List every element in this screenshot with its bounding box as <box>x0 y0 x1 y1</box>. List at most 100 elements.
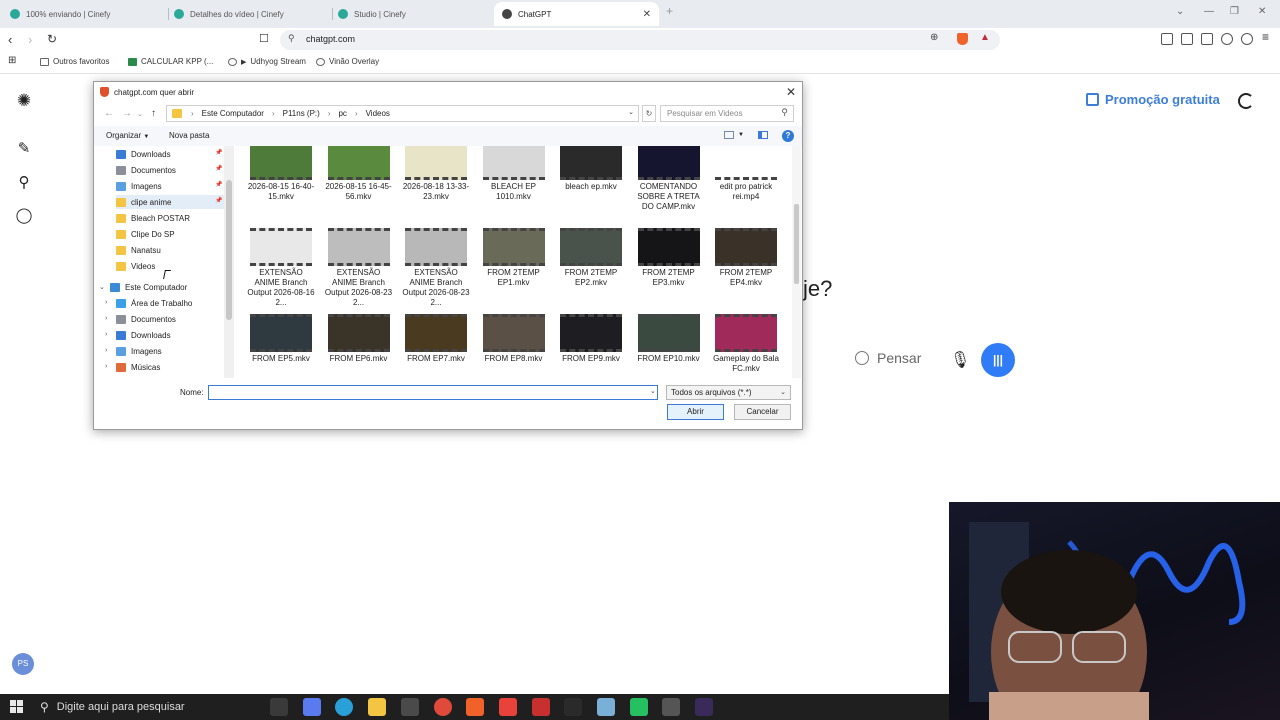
file-item[interactable]: FROM 2TEMP EP4.mkv <box>711 228 781 288</box>
extensions-icon[interactable] <box>1161 33 1173 45</box>
file-item[interactable]: FROM EP8.mkv <box>479 314 549 364</box>
windows-start-icon[interactable] <box>10 700 23 713</box>
tab-cinefy-upload[interactable]: 100% enviando | Cinefy <box>2 2 167 26</box>
bookmark-icon[interactable]: ☐ <box>259 32 269 45</box>
scroll-thumb[interactable] <box>226 180 232 320</box>
cancel-button[interactable]: Cancelar <box>734 404 791 420</box>
nav-item-this-pc[interactable]: Este Computador <box>110 280 187 294</box>
apps-grid-icon[interactable]: ⊞ <box>8 55 16 66</box>
file-item[interactable]: COMENTANDO SOBRE A TRETA DO CAMP.mkv <box>634 146 704 212</box>
openai-logo-icon[interactable]: ✺ <box>15 92 33 110</box>
tab-cinefy-studio[interactable]: Studio | Cinefy <box>330 2 495 26</box>
nav-item-nanatsu[interactable]: Nanatsu <box>116 243 161 257</box>
brave-shield-icon[interactable] <box>957 33 968 45</box>
new-folder-button[interactable]: Nova pasta <box>169 131 209 140</box>
nav-item-downloads[interactable]: Downloads <box>116 147 171 161</box>
file-item[interactable]: Gameplay do Bala FC.mkv <box>711 314 781 374</box>
file-item[interactable]: EXTENSÃO ANIME Branch Output 2026-08-16 … <box>246 228 316 308</box>
address-bar[interactable]: ⚲ chatgpt.com ⊕ ▲ <box>280 30 1000 50</box>
brave-rewards-icon[interactable]: ▲ <box>980 32 990 43</box>
file-item[interactable]: FROM EP7.mkv <box>401 314 471 364</box>
brave-icon[interactable] <box>466 698 485 716</box>
file-type-select[interactable]: Todos os arquivos (*.*) ⌄ <box>666 385 791 400</box>
file-item[interactable]: 2026-08-15 16-45-56.mkv <box>324 146 394 202</box>
bookmark-calcular[interactable]: CALCULAR KPP (... <box>128 57 213 66</box>
vpn-icon[interactable] <box>1241 33 1253 45</box>
organize-button[interactable]: Organizar ▼ <box>106 131 149 140</box>
pin-icon[interactable]: 📌 <box>215 197 222 204</box>
expand-icon[interactable]: › <box>105 315 107 322</box>
obs-icon[interactable] <box>564 698 583 716</box>
file-item[interactable]: bleach ep.mkv <box>556 146 626 192</box>
pin-icon[interactable]: 📌 <box>215 181 222 188</box>
promo-button[interactable]: Promoção gratuita <box>1086 92 1220 107</box>
reload-icon[interactable]: ↻ <box>47 32 57 46</box>
breadcrumb-item[interactable]: Este Computador <box>202 109 264 118</box>
file-item[interactable]: FROM EP10.mkv <box>634 314 704 364</box>
tab-cinefy-details[interactable]: Detalhes do vídeo | Cinefy <box>166 2 331 26</box>
forward-arrow-icon[interactable]: → <box>122 108 132 119</box>
expand-icon[interactable]: › <box>105 299 107 306</box>
restore-icon[interactable]: ❐ <box>1230 6 1239 17</box>
temporary-chat-icon[interactable] <box>1238 93 1254 109</box>
file-item[interactable]: FROM 2TEMP EP2.mkv <box>556 228 626 288</box>
dialog-path-bar[interactable]: › Este Computador › P11ns (P:) › pc › Vi… <box>166 105 639 122</box>
wallet-icon[interactable] <box>1201 33 1213 45</box>
back-arrow-icon[interactable]: ← <box>104 108 114 119</box>
file-item[interactable]: FROM EP9.mkv <box>556 314 626 364</box>
chevron-down-icon[interactable]: ⌄ <box>628 108 634 116</box>
chat-bubble-icon[interactable]: ◯ <box>15 207 33 225</box>
filename-input[interactable] <box>208 385 658 400</box>
file-item[interactable]: FROM EP5.mkv <box>246 314 316 364</box>
help-icon[interactable]: ? <box>782 130 794 142</box>
app-red-icon[interactable] <box>531 698 550 716</box>
expand-icon[interactable]: ⌄ <box>99 283 105 291</box>
expand-icon[interactable]: › <box>105 347 107 354</box>
copilot-icon[interactable] <box>302 698 321 716</box>
view-options-icon[interactable] <box>724 131 734 139</box>
nav-item-videos[interactable]: Videos <box>116 259 155 273</box>
breadcrumb-item[interactable]: P11ns (P:) <box>283 109 320 118</box>
nav-item-pc-3[interactable]: Imagens <box>116 344 162 358</box>
settings-icon[interactable] <box>662 698 681 716</box>
file-item[interactable]: FROM 2TEMP EP1.mkv <box>479 228 549 288</box>
new-chat-icon[interactable]: ✎ <box>15 140 33 158</box>
close-window-icon[interactable]: ✕ <box>1258 6 1266 17</box>
nav-item-pc-2[interactable]: Downloads <box>116 328 171 342</box>
file-item[interactable]: 2026-08-15 16-40-15.mkv <box>246 146 316 202</box>
bookmark-overlay[interactable]: Vinão Overlay <box>316 57 379 66</box>
tab-search-icon[interactable]: ⌄ <box>1176 6 1184 17</box>
file-item[interactable]: BLEACH EP 1010.mkv <box>479 146 549 202</box>
nav-item-imagens[interactable]: Imagens <box>116 179 162 193</box>
task-view-icon[interactable] <box>270 698 288 716</box>
voice-mode-button[interactable]: ||| <box>981 343 1015 377</box>
nav-item-bleach-postar[interactable]: Bleach POSTAR <box>116 211 190 225</box>
scroll-thumb[interactable] <box>794 204 799 284</box>
whatsapp-icon[interactable] <box>629 698 648 716</box>
nav-scrollbar[interactable] <box>224 146 234 378</box>
dialog-search-input[interactable]: Pesquisar em Videos ⚲ <box>660 105 794 122</box>
nav-item-clipe-do-sp[interactable]: Clipe Do SP <box>116 227 175 241</box>
recent-dropdown-icon[interactable]: ⌄ <box>137 110 143 118</box>
breadcrumb-item[interactable]: pc <box>338 109 346 118</box>
chrome-icon[interactable] <box>433 698 452 716</box>
file-explorer-icon[interactable] <box>368 698 387 716</box>
back-icon[interactable]: ‹ <box>8 32 12 47</box>
vivaldi-icon[interactable] <box>498 698 517 716</box>
file-item[interactable]: 2026-08-18 13-33-23.mkv <box>401 146 471 202</box>
pin-icon[interactable]: 📌 <box>215 165 222 172</box>
nav-item-pc-0[interactable]: Área de Trabalho <box>116 296 192 310</box>
app-purple-icon[interactable] <box>695 698 714 716</box>
breadcrumb-item[interactable]: Videos <box>366 109 390 118</box>
file-item[interactable]: FROM 2TEMP EP3.mkv <box>634 228 704 288</box>
new-tab-icon[interactable]: + <box>666 4 673 18</box>
file-item[interactable]: FROM EP6.mkv <box>324 314 394 364</box>
sidebar-icon[interactable] <box>1181 33 1193 45</box>
nav-item-documentos[interactable]: Documentos <box>116 163 176 177</box>
minimize-icon[interactable]: — <box>1204 6 1214 17</box>
caret-down-icon[interactable]: ▼ <box>738 132 744 138</box>
close-icon[interactable]: ✕ <box>786 85 796 99</box>
preview-pane-icon[interactable] <box>758 131 768 139</box>
leo-ai-icon[interactable] <box>1221 33 1233 45</box>
open-button[interactable]: Abrir <box>667 404 724 420</box>
